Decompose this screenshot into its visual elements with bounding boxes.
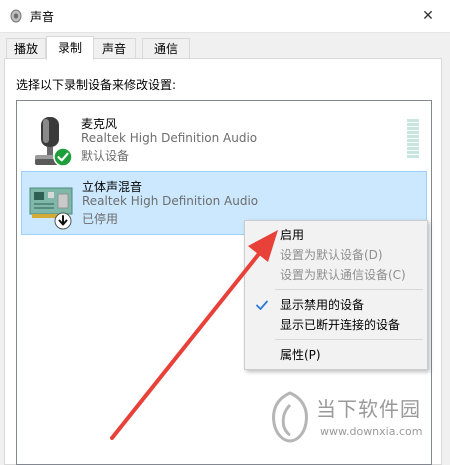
disabled-arrow-icon [54,212,72,230]
device-status: 默认设备 [81,149,130,163]
close-icon: ✕ [422,8,434,24]
device-description: Realtek High Definition Audio [82,194,259,208]
menu-item-set-default-comm[interactable]: 设置为默认通信设备(C) [246,265,426,285]
menu-item-show-disconnected[interactable]: 显示已断开连接的设备 [246,315,426,335]
tab-communications[interactable]: 通信 [142,38,190,59]
watermark-logo-icon [272,391,308,443]
default-check-icon [53,147,73,167]
tab-sounds[interactable]: 声音 [92,38,136,59]
menu-separator [275,289,423,290]
menu-item-properties[interactable]: 属性(P) [246,345,426,365]
menu-item-enable[interactable]: 启用 [246,225,426,245]
menu-item-set-default[interactable]: 设置为默认设备(D) [246,245,426,265]
tab-playback[interactable]: 播放 [6,38,46,59]
checkmark-icon [256,300,268,310]
device-description: Realtek High Definition Audio [81,131,258,145]
watermark-brand: 当下软件园 [316,397,421,421]
speaker-icon [10,9,22,23]
watermark: 当下软件园 www.downxia.com [268,385,444,455]
list-item-microphone[interactable]: 麦克风 Realtek High Definition Audio 默认设备 [21,109,425,171]
watermark-url: www.downxia.com [320,425,423,438]
context-menu: 启用 设置为默认设备(D) 设置为默认通信设备(C) 显示禁用的设备 显示已断开… [244,220,428,370]
window-title: 声音 [30,10,55,24]
close-button[interactable]: ✕ [406,0,450,32]
device-status: 已停用 [82,212,119,226]
menu-item-show-disabled[interactable]: 显示禁用的设备 [246,295,426,315]
menu-separator [275,339,423,340]
title-bar: 声音 ✕ [0,0,450,33]
instruction-text: 选择以下录制设备来修改设置: [16,78,177,92]
level-meter [407,119,419,158]
device-name: 麦克风 [81,117,118,131]
tab-recording[interactable]: 录制 [46,36,94,60]
device-name: 立体声混音 [82,180,143,194]
